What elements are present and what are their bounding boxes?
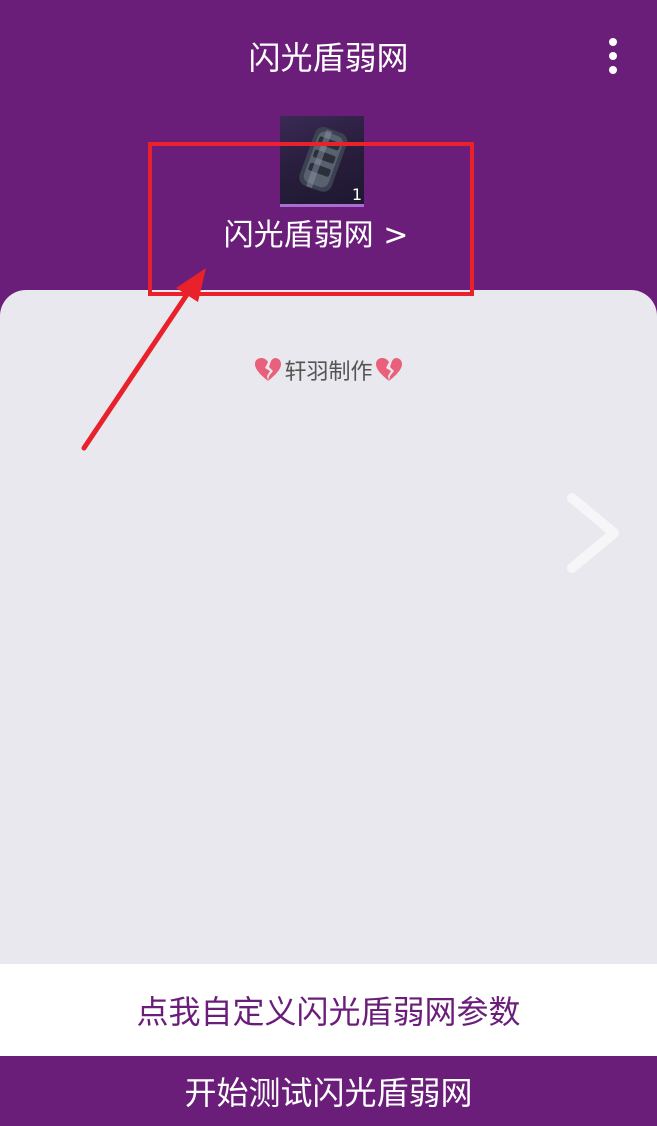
page-title: 闪光盾弱网 [248, 39, 409, 77]
broken-heart-icon [255, 358, 282, 381]
chevron-right-icon[interactable] [562, 490, 626, 576]
item-underline [280, 204, 364, 207]
content-panel: 轩羽制作 [0, 290, 657, 964]
item-count: 1 [351, 185, 362, 204]
item-name-label: 闪光盾弱网 > [223, 218, 409, 253]
start-test-button[interactable]: 开始测试闪光盾弱网 [0, 1056, 657, 1126]
shield-item-icon: 1 [280, 116, 364, 204]
item-selector[interactable]: 1 闪光盾弱网 > [150, 116, 472, 294]
menu-dot [609, 66, 617, 74]
menu-dot [609, 52, 617, 60]
credit-text: 轩羽制作 [284, 360, 373, 385]
menu-dot [609, 38, 617, 46]
broken-heart-icon [375, 358, 402, 381]
more-vertical-icon[interactable] [596, 34, 630, 78]
app-screen: 闪光盾弱网 1 闪光盾弱网 > 轩羽制作 点我自定义闪光盾弱网参数 开始测试闪光… [0, 0, 657, 1126]
credit-line: 轩羽制作 [0, 352, 657, 388]
customize-params-button[interactable]: 点我自定义闪光盾弱网参数 [0, 964, 657, 1056]
